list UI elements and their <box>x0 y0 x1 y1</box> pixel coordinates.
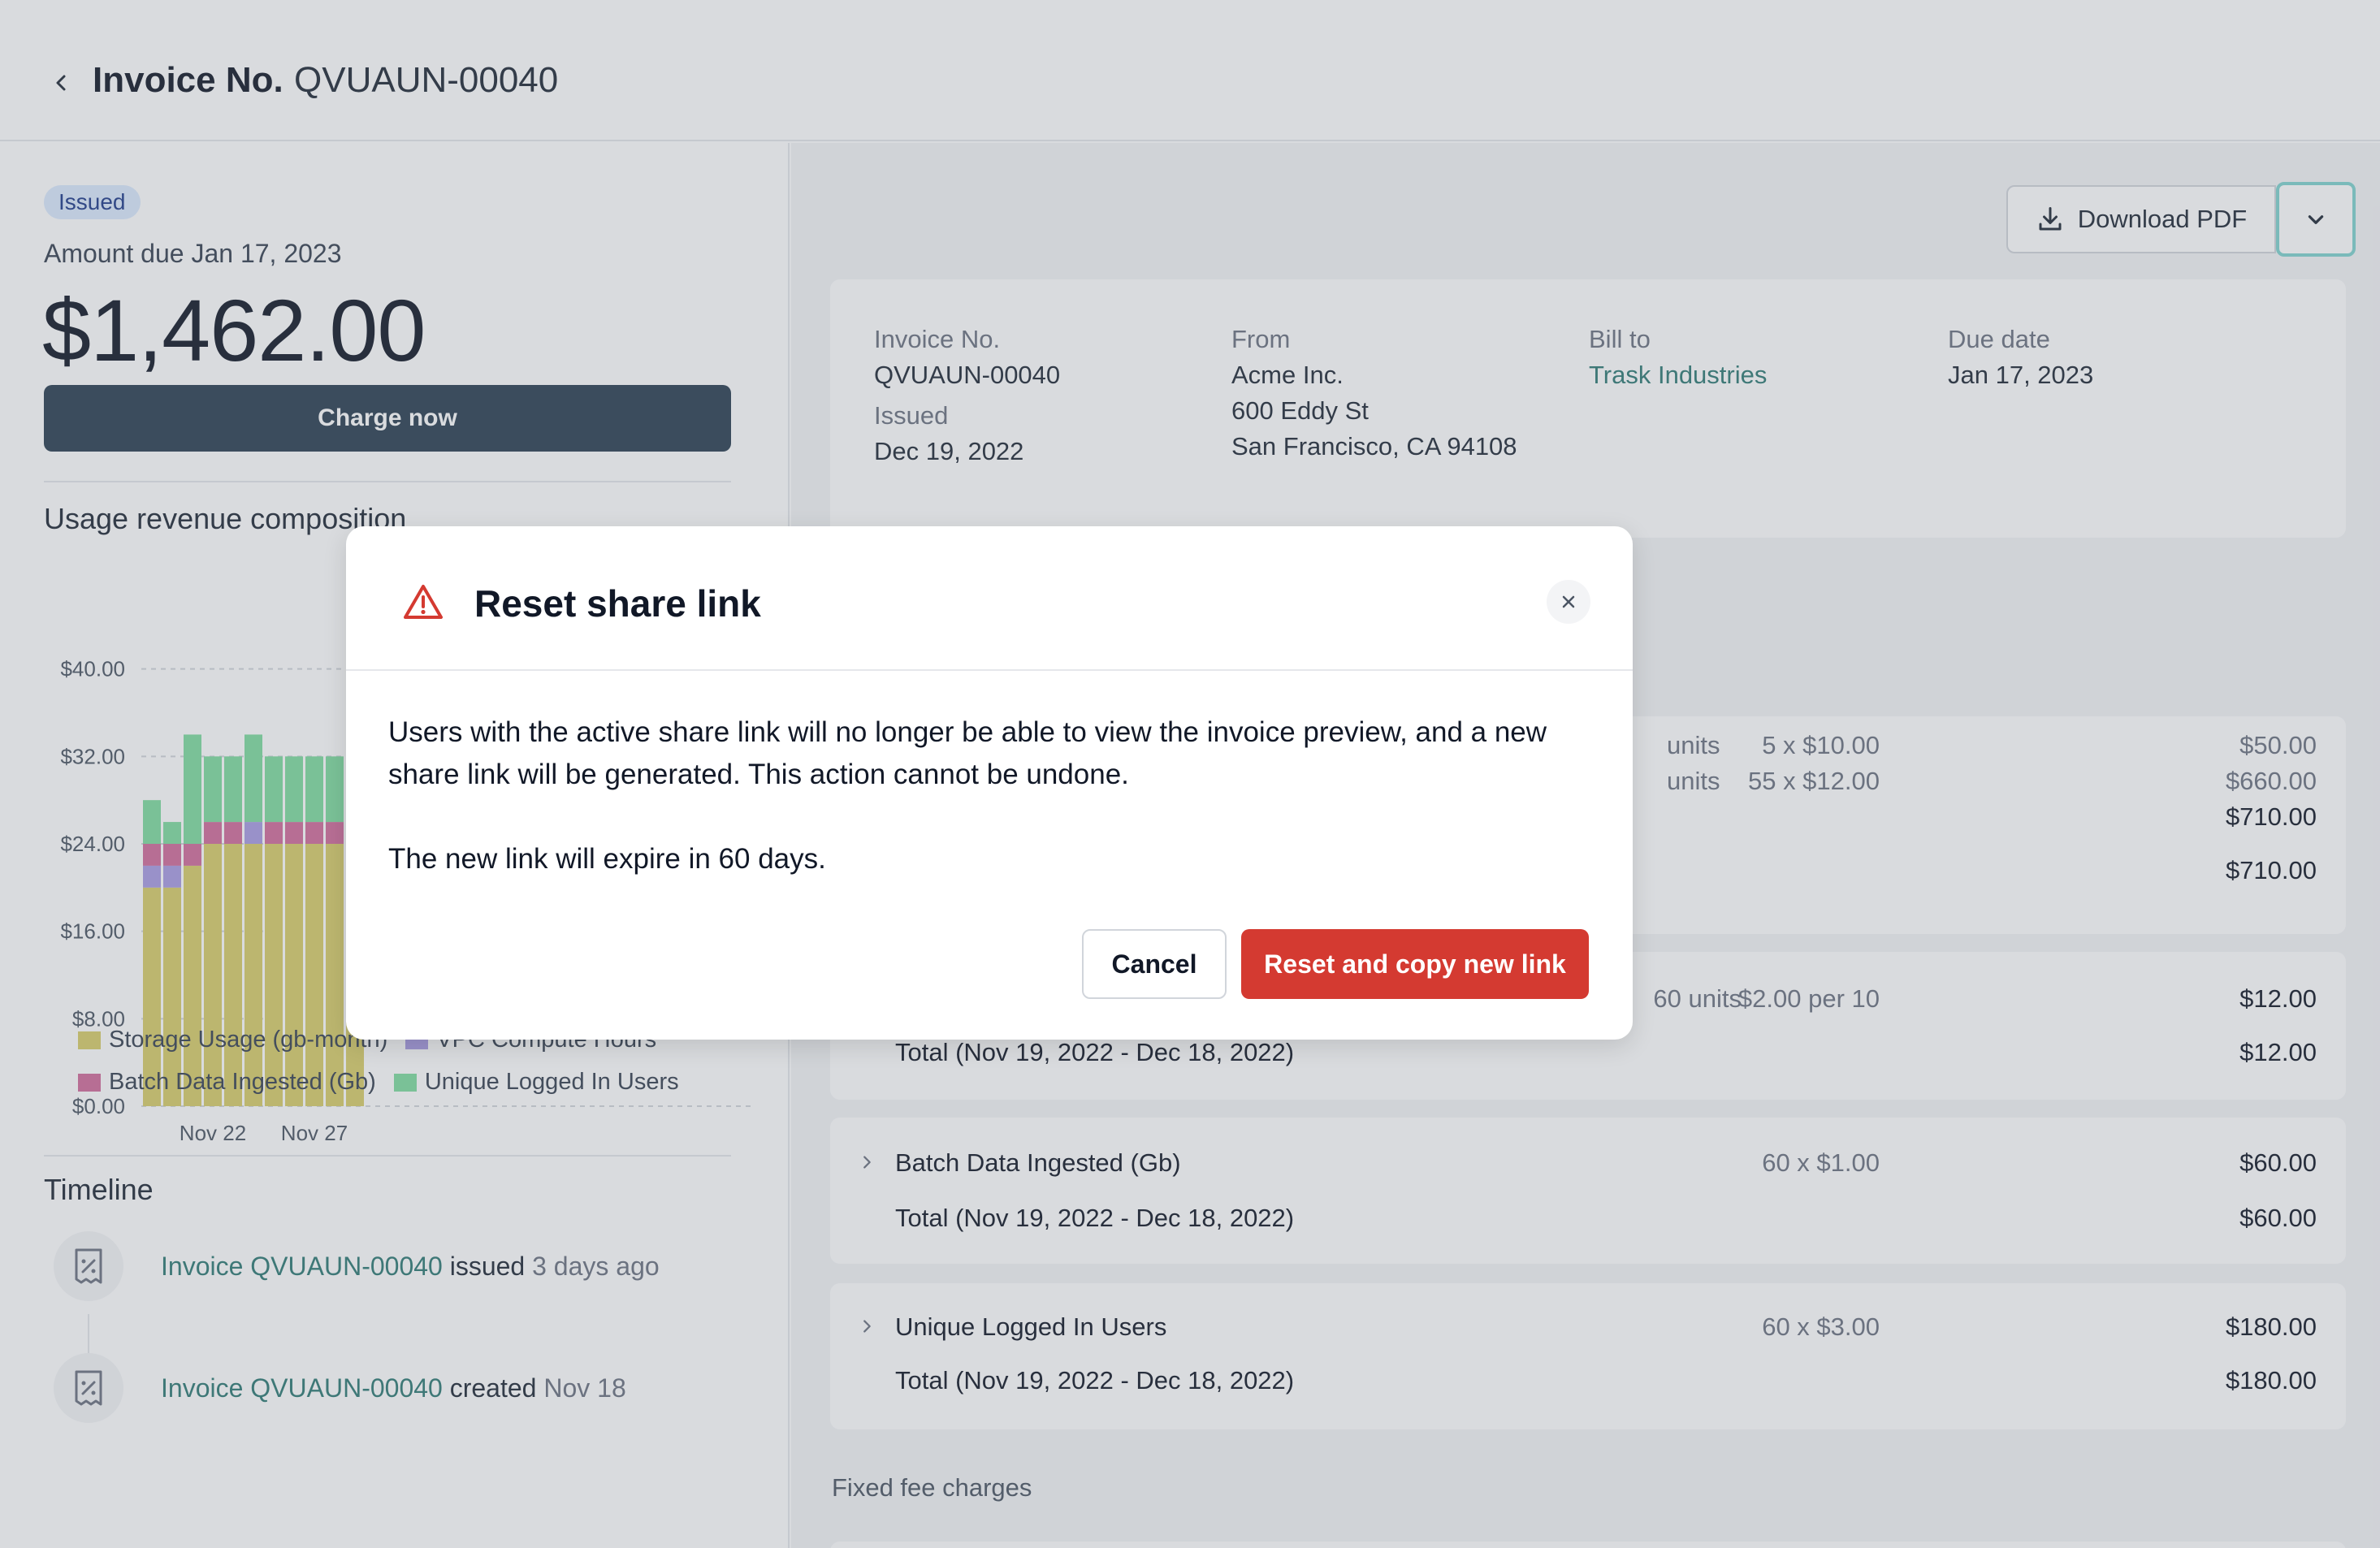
invoice-page: Invoice No. QVUAUN-00040 Issued Amount d… <box>0 0 2380 1548</box>
close-button[interactable] <box>1547 580 1590 624</box>
dialog-header: Reset share link <box>346 526 1633 671</box>
reset-and-copy-button[interactable]: Reset and copy new link <box>1241 929 1589 999</box>
dialog-title: Reset share link <box>474 582 761 625</box>
dialog-body: Users with the active share link will no… <box>388 711 1590 880</box>
dialog-message: Users with the active share link will no… <box>388 716 1547 790</box>
close-icon <box>1562 595 1575 608</box>
warning-icon <box>404 585 443 619</box>
cancel-button[interactable]: Cancel <box>1082 929 1227 999</box>
reset-share-link-dialog: Reset share link Users with the active s… <box>346 526 1633 1040</box>
dialog-expiry-note: The new link will expire in 60 days. <box>388 843 826 875</box>
